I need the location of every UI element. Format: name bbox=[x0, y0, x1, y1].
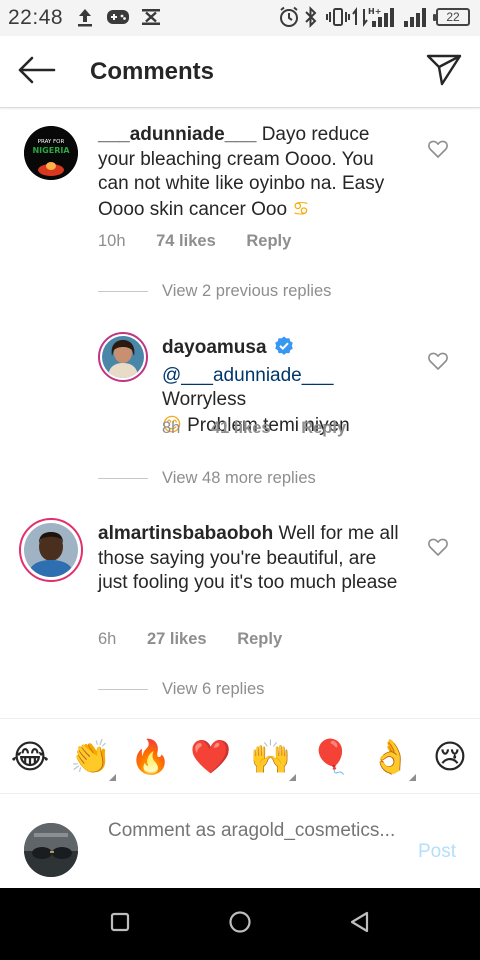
reply-time: 8h bbox=[162, 419, 181, 437]
comment-input[interactable] bbox=[108, 819, 398, 867]
heart-icon[interactable] bbox=[428, 140, 448, 160]
avatar-text-pray: PRAY FOR bbox=[38, 139, 65, 145]
svg-text:H+: H+ bbox=[368, 7, 381, 16]
view-replies-label: View 6 replies bbox=[162, 680, 265, 698]
signal-icon bbox=[402, 6, 430, 28]
emoji-fire[interactable]: 🔥 bbox=[130, 737, 171, 777]
reply-body: Worryless bbox=[162, 389, 247, 410]
back-button[interactable] bbox=[14, 52, 58, 92]
comment-time: 10h bbox=[98, 232, 126, 250]
signal-h-plus-icon: H+ bbox=[368, 6, 398, 28]
home-button[interactable] bbox=[220, 908, 260, 940]
x-app-icon bbox=[140, 6, 162, 28]
status-bar: 22:48 H+ 22 bbox=[0, 0, 480, 36]
comment-meta: 6h 27 likes Reply bbox=[98, 630, 282, 649]
view-replies-button[interactable]: View 6 replies bbox=[98, 680, 264, 699]
comments-header: Comments bbox=[0, 36, 480, 108]
emoji-ok-glyph: 👌 bbox=[370, 737, 412, 776]
reply-username[interactable]: dayoamusa bbox=[162, 337, 267, 358]
heart-icon[interactable] bbox=[428, 538, 448, 558]
reply-button[interactable]: Reply bbox=[246, 232, 291, 250]
divider bbox=[98, 291, 148, 292]
comment-composer: Post bbox=[0, 795, 480, 888]
status-time: 22:48 bbox=[8, 6, 64, 29]
circle-icon bbox=[228, 910, 252, 939]
emoji-tears-of-joy[interactable]: 😂 bbox=[10, 737, 50, 777]
upload-icon bbox=[76, 6, 94, 28]
avatar bbox=[24, 823, 78, 877]
reply-mention[interactable]: @___adunniade___ bbox=[162, 365, 333, 386]
comment-text: ___adunniade___ Dayo reduce your bleachi… bbox=[98, 123, 398, 222]
skin-tone-indicator bbox=[109, 774, 116, 781]
reply-button[interactable]: Reply bbox=[301, 419, 346, 437]
avatar[interactable] bbox=[19, 518, 83, 582]
emoji-clap-glyph: 👏 bbox=[70, 737, 112, 776]
avatar-text-nigeria: NIGERIA bbox=[32, 146, 70, 155]
view-more-replies-button[interactable]: View 48 more replies bbox=[98, 469, 316, 488]
reply-item: dayoamusa @___adunniade___ Worryless 😊 P… bbox=[0, 322, 480, 452]
bluetooth-icon bbox=[304, 6, 318, 28]
quick-emoji-bar: 😂 👏 🔥 ❤️ 🙌 🎈 👌 😢 bbox=[0, 718, 480, 794]
data-transfer-icon bbox=[352, 6, 368, 28]
comment-username[interactable]: almartinsbabaoboh bbox=[98, 523, 273, 544]
reply-likes[interactable]: 41 likes bbox=[211, 419, 271, 437]
divider bbox=[98, 689, 148, 690]
comment-likes[interactable]: 74 likes bbox=[156, 232, 216, 250]
alarm-icon bbox=[278, 6, 300, 28]
emoji-ok-hand[interactable]: 👌 bbox=[370, 737, 416, 781]
comment-meta: 10h 74 likes Reply bbox=[98, 232, 291, 251]
emoji-crying-face[interactable]: 😢 bbox=[430, 737, 470, 777]
emoji-clapping-hands[interactable]: 👏 bbox=[70, 737, 116, 781]
skin-tone-indicator bbox=[409, 774, 416, 781]
battery-icon: 22 bbox=[433, 8, 470, 26]
post-button[interactable]: Post bbox=[418, 841, 456, 863]
emoji-red-heart[interactable]: ❤️ bbox=[190, 737, 231, 777]
paper-plane-icon bbox=[426, 53, 462, 92]
comment-item: almartinsbabaoboh Well for me all those … bbox=[0, 510, 480, 670]
view-replies-label: View 48 more replies bbox=[162, 469, 316, 487]
recents-button[interactable] bbox=[100, 908, 140, 940]
avatar[interactable]: PRAY FOR NIGERIA bbox=[24, 126, 78, 180]
comment-likes[interactable]: 27 likes bbox=[147, 630, 207, 648]
comment-text: almartinsbabaoboh Well for me all those … bbox=[98, 522, 408, 596]
comment-time: 6h bbox=[98, 630, 117, 648]
reply-button[interactable]: Reply bbox=[237, 630, 282, 648]
reply-meta: 8h 41 likes Reply bbox=[162, 419, 346, 438]
back-nav-button[interactable] bbox=[340, 908, 380, 940]
emoji-balloon[interactable]: 🎈 bbox=[310, 737, 351, 777]
square-icon bbox=[110, 912, 130, 937]
share-button[interactable] bbox=[424, 52, 464, 92]
view-replies-button[interactable]: View 2 previous replies bbox=[98, 282, 331, 301]
triangle-back-icon bbox=[349, 911, 371, 938]
skin-tone-indicator bbox=[289, 774, 296, 781]
vibrate-icon bbox=[326, 6, 350, 28]
avatar[interactable] bbox=[98, 332, 148, 382]
comment-username[interactable]: ___adunniade___ bbox=[98, 124, 256, 145]
android-nav-bar bbox=[0, 888, 480, 960]
verified-badge-icon bbox=[274, 336, 294, 364]
cancer-zodiac-emoji: ♋ bbox=[292, 197, 310, 220]
divider bbox=[98, 478, 148, 479]
heart-icon[interactable] bbox=[428, 352, 448, 372]
emoji-raise-glyph: 🙌 bbox=[250, 737, 292, 776]
view-replies-label: View 2 previous replies bbox=[162, 282, 332, 300]
arrow-left-icon bbox=[16, 55, 56, 90]
comment-item: PRAY FOR NIGERIA ___adunniade___ Dayo re… bbox=[0, 108, 480, 268]
gamepad-icon bbox=[106, 6, 130, 28]
emoji-raising-hands[interactable]: 🙌 bbox=[250, 737, 296, 781]
page-title: Comments bbox=[90, 58, 215, 85]
